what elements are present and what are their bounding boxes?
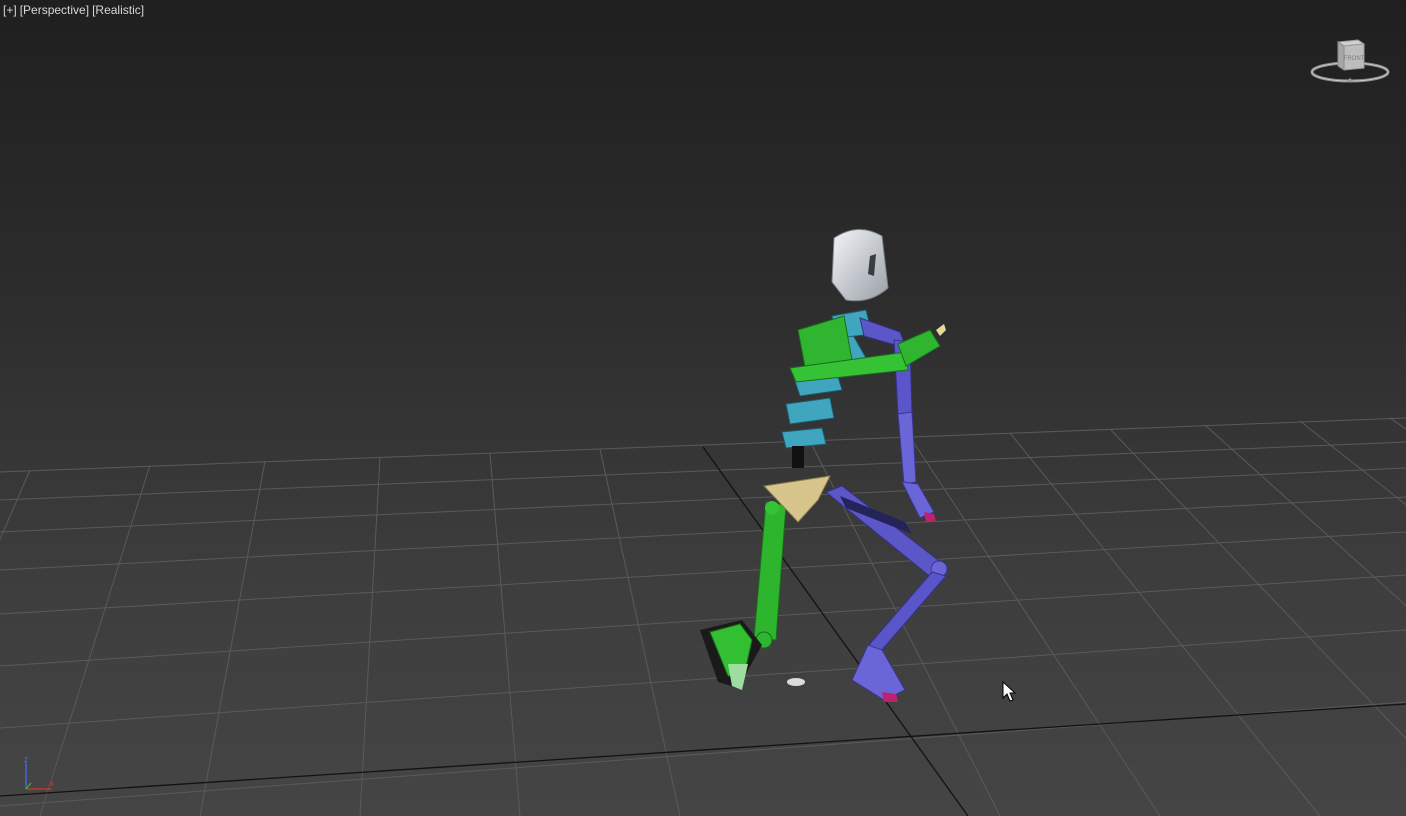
general-viewport-menu[interactable]: [+] <box>3 3 17 17</box>
viewcube-face-label: FRONT <box>1344 56 1365 62</box>
viewport-scene[interactable] <box>0 0 1406 816</box>
axis-tripod-icon: z x <box>24 755 54 790</box>
perspective-viewport[interactable]: [+] [Perspective] [Realistic] FRONT z x <box>0 0 1406 816</box>
biped-root-marker[interactable] <box>787 678 805 686</box>
left-leg[interactable] <box>700 501 787 690</box>
viewport-label-menu: [+] [Perspective] [Realistic] <box>3 3 144 17</box>
point-of-view-menu[interactable]: [Perspective] <box>20 3 89 17</box>
axis-z-label: z <box>24 755 28 764</box>
axis-x-label: x <box>50 779 54 788</box>
head[interactable] <box>831 229 889 302</box>
spine-neck[interactable] <box>792 446 804 468</box>
viewcube-icon[interactable]: FRONT <box>1308 34 1392 86</box>
shading-viewport-menu[interactable]: [Realistic] <box>92 3 144 17</box>
home-grid <box>0 417 1406 816</box>
mouse-pointer-icon <box>1002 681 1016 702</box>
